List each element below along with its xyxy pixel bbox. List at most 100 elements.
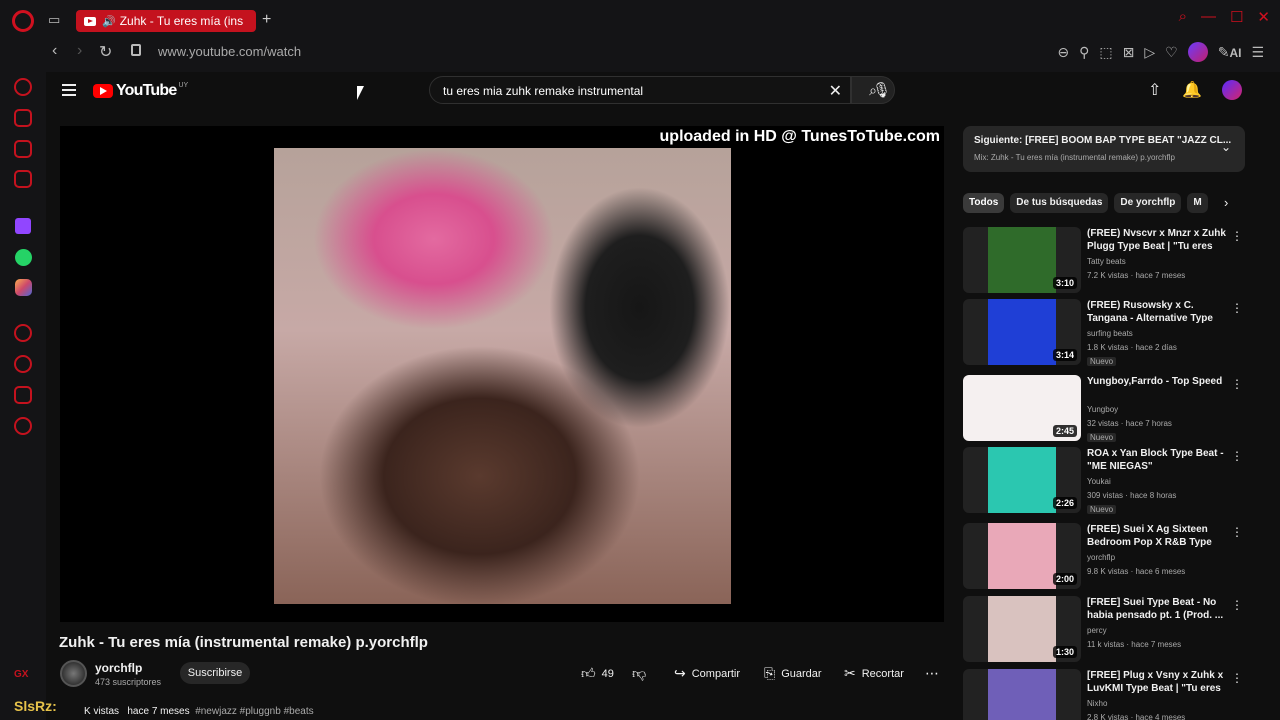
more-vert-icon[interactable]: ⋮ [1231,229,1243,243]
recommendation-title[interactable]: Yungboy,Farrdo - Top Speed [1087,375,1231,388]
extensions-icon[interactable] [14,386,32,404]
gx-control-icon[interactable] [14,78,32,96]
tab-youtube-active[interactable]: 🔊 Zuhk - Tu eres mía (ins [76,10,256,32]
recommendation-item[interactable]: [FREE] Plug x Vsny x Zuhk x LuvKMI Type … [963,669,1245,720]
more-vert-icon[interactable]: ⋮ [1231,598,1243,612]
recommendation-title[interactable]: (FREE) Suei X Ag Sixteen Bedroom Pop X R… [1087,523,1231,550]
more-actions-button[interactable]: ⋯ [925,665,939,682]
search-tabs-icon[interactable]: ⌕ [1179,8,1187,26]
close-icon[interactable]: ✕ [1257,8,1270,26]
ai-button[interactable]: ✎AI [1218,44,1242,61]
chip-searches[interactable]: De tus búsquedas [1010,193,1109,213]
player-icon[interactable]: ▷ [1144,44,1155,61]
like-button[interactable]: 👍︎ 49 [581,665,614,682]
recommendation-title[interactable]: (FREE) Nvscvr x Mnzr x Zuhk Plugg Type B… [1087,227,1231,254]
tab-island-icon[interactable]: ▭ [48,12,68,30]
recommendation-item[interactable]: 2:45 Yungboy,Farrdo - Top Speed Yungboy … [963,375,1245,443]
recommendation-title[interactable]: [FREE] Suei Type Beat - No habia pensado… [1087,596,1231,622]
back-icon[interactable]: ‹ [52,42,57,60]
gx-corner-icon[interactable] [14,109,32,127]
recommendation-title[interactable]: [FREE] Plug x Vsny x Zuhk x LuvKMI Type … [1087,669,1231,696]
recommendation-thumbnail[interactable]: 3:14 [963,299,1081,365]
opera-logo-icon[interactable] [12,10,34,32]
adblock-icon[interactable]: ⊠ [1123,44,1135,61]
minimize-icon[interactable]: — [1201,8,1216,26]
recommendation-item[interactable]: 1:30 [FREE] Suei Type Beat - No habia pe… [963,596,1245,664]
gx-cleaner-icon[interactable] [14,140,32,158]
recommendation-channel[interactable]: percy [1087,626,1107,635]
more-vert-icon[interactable]: ⋮ [1231,671,1243,685]
forward-icon[interactable]: › [77,42,82,60]
zoom-out-icon[interactable]: ⊖ [1057,44,1069,61]
menu-icon[interactable] [62,84,76,96]
duration-badge: 1:30 [1052,646,1077,658]
subscribe-button[interactable]: Suscribirse [180,662,250,684]
gx-hot-tabs-icon[interactable] [14,170,32,188]
channel-name[interactable]: yorchflp [95,661,142,675]
video-player[interactable]: uploaded in HD @ TunesToTube.com [60,126,944,622]
like-count: 49 [601,667,614,680]
instagram-icon[interactable] [15,279,32,296]
recommendation-title[interactable]: ROA x Yan Block Type Beat - "ME NIEGAS" [1087,447,1231,473]
search-input[interactable]: tu eres mia zuhk remake instrumental ✕ [429,76,851,104]
settings-icon[interactable] [14,417,32,435]
url-field[interactable]: www.youtube.com/watch [158,44,301,59]
extension-avatar[interactable] [1187,42,1208,62]
pin-icon[interactable]: ⚲ [1079,44,1089,61]
recommendation-thumbnail[interactable] [963,669,1081,720]
recommendation-thumbnail[interactable]: 2:45 [963,375,1081,441]
hashtags[interactable]: #newjazz #pluggnb #beats [195,706,313,717]
chevron-down-icon[interactable]: ⌄ [1221,140,1231,154]
recommendation-channel[interactable]: Nixho [1087,699,1107,708]
clip-button[interactable]: ✂ Recortar [844,665,904,682]
recommendation-item[interactable]: 2:26 ROA x Yan Block Type Beat - "ME NIE… [963,447,1245,515]
recommendation-item[interactable]: 3:14 (FREE) Rusowsky x C. Tangana - Alte… [963,299,1245,367]
snapshot-icon[interactable]: ⬚ [1099,44,1112,61]
whatsapp-icon[interactable] [15,249,32,266]
chip-channel[interactable]: De yorchflp [1114,193,1182,213]
maximize-icon[interactable]: ☐ [1230,8,1243,26]
easy-setup-icon[interactable]: ☰ [1251,44,1264,61]
player-sidebar-icon[interactable] [14,324,32,342]
save-button[interactable]: ⎘ Guardar [764,665,822,682]
recommendation-channel[interactable]: surfing beats [1087,329,1133,338]
speaker-icon[interactable]: 🔊 [102,15,116,28]
reload-icon[interactable]: ↻ [99,42,112,62]
more-vert-icon[interactable]: ⋮ [1231,449,1243,463]
up-next-title: Siguiente: [FREE] BOOM BAP TYPE BEAT "JA… [974,135,1232,146]
recommendation-thumbnail[interactable]: 1:30 [963,596,1081,662]
recommendation-channel[interactable]: yorchflp [1087,553,1115,562]
more-vert-icon[interactable]: ⋮ [1231,377,1243,391]
duration-badge: 2:26 [1052,497,1077,509]
youtube-logo[interactable]: YouTube UY [93,82,188,100]
recommendation-thumbnail[interactable]: 2:00 [963,523,1081,589]
recommendation-channel[interactable]: Tatty beats [1087,257,1126,266]
save-label: Guardar [781,667,822,680]
recommendation-item[interactable]: 3:10 (FREE) Nvscvr x Mnzr x Zuhk Plugg T… [963,227,1245,295]
lock-icon[interactable] [131,44,141,56]
new-tab-button[interactable]: + [262,11,271,29]
share-button[interactable]: ↪ Compartir [674,665,740,682]
mic-icon[interactable]: 🎙 [872,81,891,99]
up-next-card[interactable]: Siguiente: [FREE] BOOM BAP TYPE BEAT "JA… [963,126,1245,172]
recommendation-title[interactable]: (FREE) Rusowsky x C. Tangana - Alternati… [1087,299,1231,326]
chevron-right-icon[interactable]: › [1224,195,1228,210]
chip-more[interactable]: M [1187,193,1208,213]
channel-avatar[interactable] [60,660,87,687]
recommendation-thumbnail[interactable]: 3:10 [963,227,1081,293]
recommendation-item[interactable]: 2:00 (FREE) Suei X Ag Sixteen Bedroom Po… [963,523,1245,591]
chip-todos[interactable]: Todos [963,193,1005,213]
recommendation-channel[interactable]: Yungboy [1087,405,1118,414]
avatar[interactable] [1222,80,1242,100]
more-vert-icon[interactable]: ⋮ [1231,525,1243,539]
recommendation-channel[interactable]: Youkai [1087,477,1111,486]
clear-search-icon[interactable]: ✕ [829,81,842,101]
notifications-icon[interactable]: 🔔 [1182,80,1202,100]
upload-icon[interactable]: ⇧ [1148,80,1161,100]
heart-icon[interactable]: ♡ [1165,44,1178,61]
history-icon[interactable] [14,355,32,373]
recommendation-thumbnail[interactable]: 2:26 [963,447,1081,513]
more-vert-icon[interactable]: ⋮ [1231,301,1243,315]
dislike-button[interactable]: 👎︎ [632,665,646,682]
twitch-icon[interactable] [15,218,31,234]
